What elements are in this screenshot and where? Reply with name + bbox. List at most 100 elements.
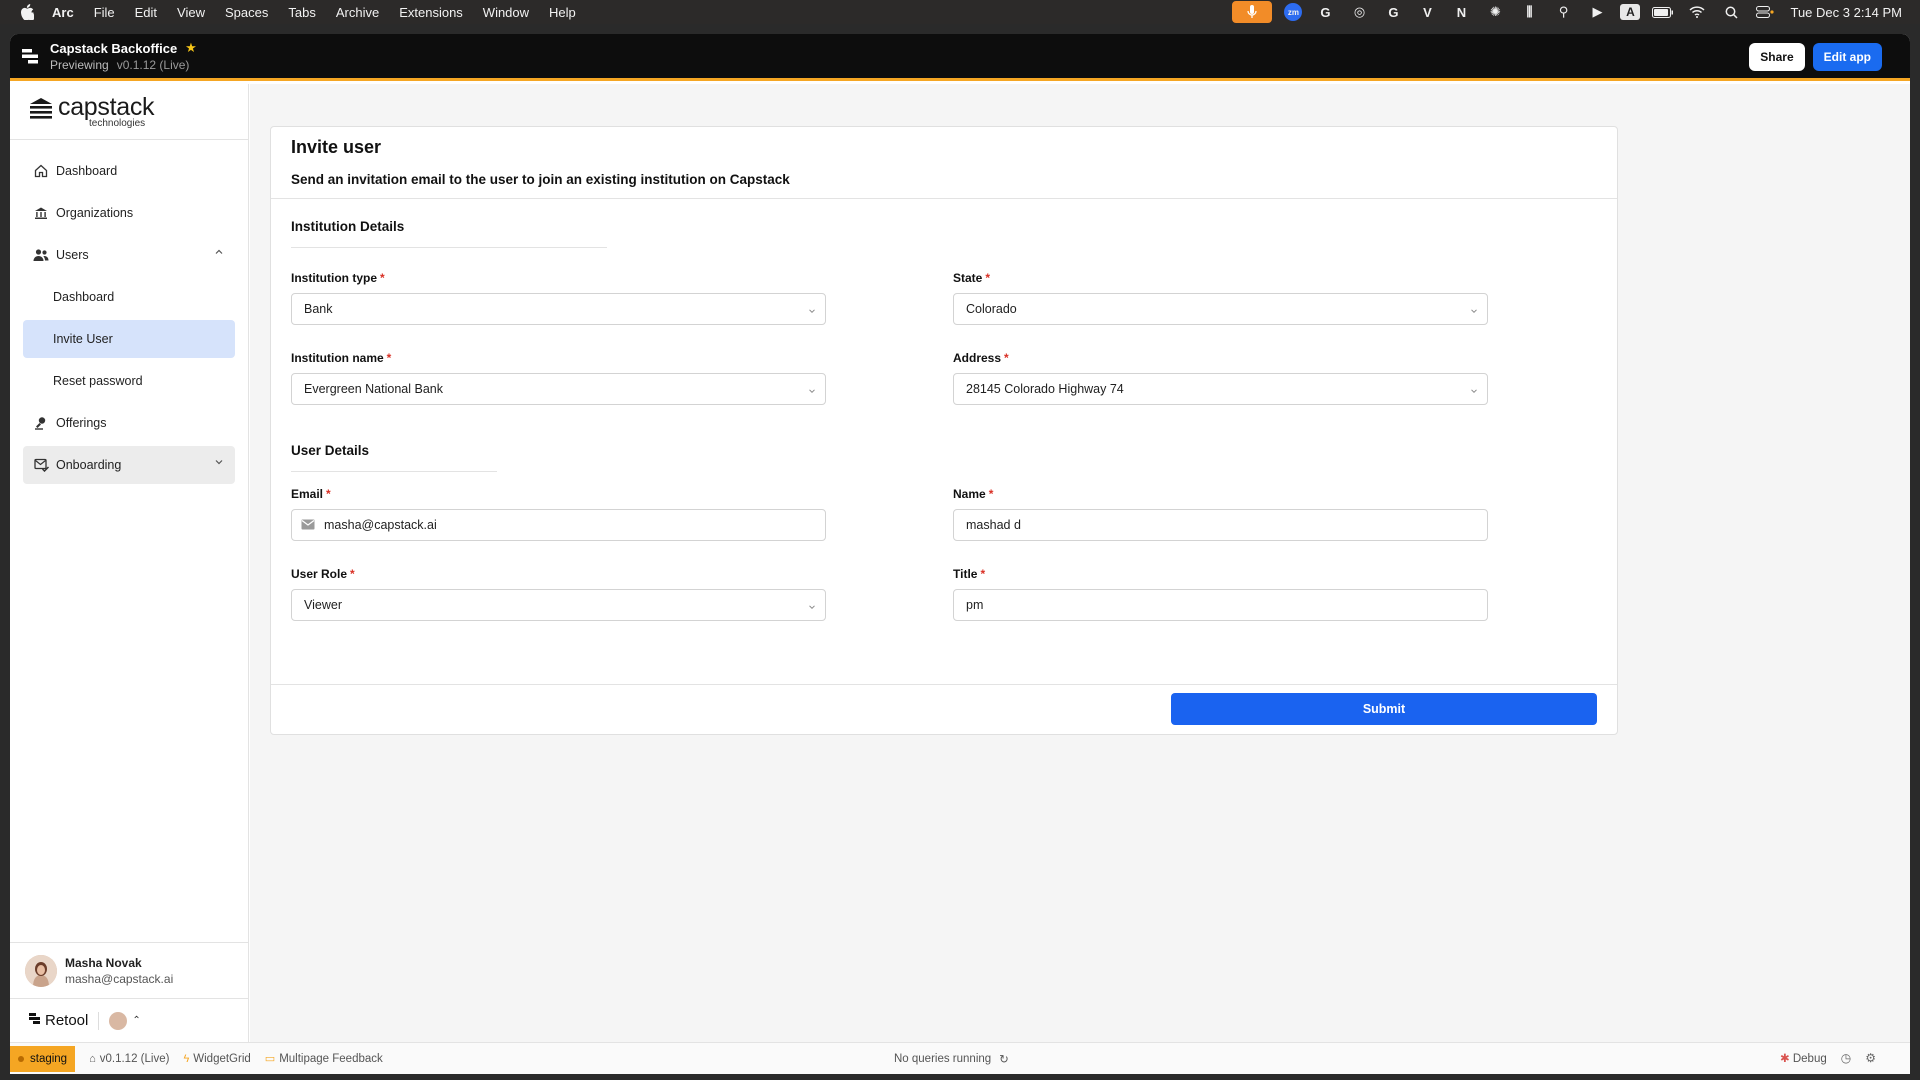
capstack-logo-icon (28, 96, 54, 127)
menu-spaces[interactable]: Spaces (225, 5, 268, 20)
chevron-down-icon (1470, 304, 1478, 314)
bars-icon[interactable]: ⫼ (1518, 3, 1540, 21)
sidebar-item-label: Reset password (53, 374, 143, 388)
version-label: v0.1.12 (Live) (99, 1052, 170, 1065)
user-role-select[interactable]: Viewer (291, 589, 826, 621)
address-select[interactable]: 28145 Colorado Highway 74 (953, 373, 1488, 405)
g-icon[interactable]: G (1382, 3, 1404, 21)
version-tag[interactable]: ⌂ v0.1.12 (Live) (89, 1053, 169, 1065)
star-icon[interactable]: ★ (185, 40, 197, 56)
user-section-title: User Details (291, 443, 370, 458)
mini-avatar[interactable] (109, 1011, 128, 1030)
menu-extensions[interactable]: Extensions (399, 5, 463, 20)
environment-badge[interactable]: staging (10, 1045, 76, 1072)
menu-view[interactable]: View (177, 5, 205, 20)
sidebar-item-users-dashboard[interactable]: Dashboard (23, 278, 235, 316)
copilot-icon[interactable]: ◎ (1348, 3, 1370, 21)
menu-window[interactable]: Window (483, 5, 529, 20)
email-input[interactable]: masha@capstack.ai (291, 509, 826, 541)
control-center-icon[interactable] (1754, 3, 1776, 21)
chatgpt-icon[interactable]: ✺ (1484, 3, 1506, 21)
brand-logo[interactable]: capstack technologies (10, 84, 248, 140)
input-source-icon[interactable]: A (1620, 4, 1641, 20)
retool-logo[interactable]: Retool (28, 1012, 88, 1029)
bank-icon (33, 205, 49, 221)
menu-file[interactable]: File (94, 5, 115, 20)
sidebar-item-users[interactable]: Users (23, 236, 235, 274)
search-icon[interactable] (1720, 3, 1742, 21)
zoom-icon[interactable]: zm (1284, 3, 1303, 21)
institution-section-title: Institution Details (291, 219, 405, 234)
email-field: Email * masha@capstack.ai (291, 487, 826, 541)
sidebar: capstack technologies Dashboard Organiza… (10, 84, 249, 1042)
submit-button[interactable]: Submit (1171, 693, 1597, 725)
sidebar-item-label: Invite User (53, 332, 113, 346)
debug-label: Debug (1792, 1053, 1827, 1065)
debug-button[interactable]: ✱ Debug (1780, 1051, 1827, 1065)
notion-icon[interactable]: N (1450, 3, 1472, 21)
form-header: Invite user Send an invitation email to … (271, 127, 1617, 199)
divider (98, 1011, 100, 1030)
title-input[interactable]: pm (953, 589, 1488, 621)
refresh-icon[interactable]: ↻ (999, 1052, 1009, 1066)
retool-label: Retool (45, 1012, 89, 1029)
sidebar-item-label: Offerings (56, 416, 107, 430)
menu-archive[interactable]: Archive (336, 5, 379, 20)
current-user[interactable]: Masha Novak masha@capstack.ai (10, 942, 249, 998)
status-dot (18, 1055, 24, 1062)
avatar (25, 954, 57, 987)
menu-app[interactable]: Arc (52, 5, 74, 20)
v-icon[interactable]: V (1416, 3, 1438, 21)
share-button[interactable]: Share (1749, 43, 1805, 71)
required-mark: * (980, 567, 986, 581)
input-value: pm (966, 598, 984, 612)
chevron-down-icon (1470, 384, 1478, 394)
apple-icon[interactable] (18, 3, 36, 21)
form-footer: Submit (271, 684, 1617, 734)
menu-edit[interactable]: Edit (135, 5, 157, 20)
institution-type-select[interactable]: Bank (291, 293, 826, 325)
history-icon[interactable]: ◷ (1841, 1051, 1851, 1065)
grammarly-icon[interactable]: G (1314, 3, 1336, 21)
sidebar-item-label: Users (56, 248, 89, 262)
chevron-down-icon[interactable] (215, 458, 223, 469)
select-value: Colorado (966, 302, 1017, 316)
chevron-up-icon[interactable] (215, 248, 223, 259)
state-select[interactable]: Colorado (953, 293, 1488, 325)
sidebar-item-offerings[interactable]: Offerings (23, 404, 235, 442)
menu-help[interactable]: Help (549, 5, 576, 20)
chevron-down-icon (808, 600, 816, 610)
field-label: User Role (291, 567, 348, 581)
chevron-up-icon[interactable]: ⌃ (132, 1015, 140, 1026)
field-label: State (953, 271, 983, 285)
menubar-clock[interactable]: Tue Dec 3 2:14 PM (1790, 5, 1902, 20)
sidebar-item-organizations[interactable]: Organizations (23, 194, 235, 232)
env-label: staging (30, 1052, 68, 1065)
divider (291, 247, 607, 248)
state-field: State * Colorado (953, 271, 1488, 325)
widget-grid-item[interactable]: ϟ WidgetGrid (183, 1053, 250, 1065)
play-icon[interactable]: ▶ (1586, 3, 1608, 21)
widget-label: WidgetGrid (193, 1052, 251, 1065)
wifi-icon[interactable] (1686, 3, 1708, 21)
mail-icon (301, 519, 315, 531)
settings-icon[interactable]: ⚙ (1865, 1051, 1876, 1065)
edit-app-button[interactable]: Edit app (1812, 43, 1882, 71)
input-value: mashad d (966, 518, 1021, 532)
feedback-item[interactable]: ▭ Multipage Feedback (265, 1052, 383, 1066)
sidebar-item-reset-password[interactable]: Reset password (23, 362, 235, 400)
sidebar-item-invite-user[interactable]: Invite User (23, 320, 235, 358)
name-input[interactable]: mashad d (953, 509, 1488, 541)
microphone-icon[interactable] (1232, 1, 1273, 23)
sidebar-item-onboarding[interactable]: Onboarding (23, 446, 235, 484)
field-label: Title (953, 567, 978, 581)
required-mark: * (350, 567, 355, 581)
institution-name-select[interactable]: Evergreen National Bank (291, 373, 826, 405)
menu-tabs[interactable]: Tabs (288, 5, 315, 20)
field-label: Address (953, 351, 1002, 365)
divider (291, 471, 497, 472)
sidebar-item-dashboard[interactable]: Dashboard (23, 152, 235, 190)
user-name: Masha Novak (65, 955, 142, 970)
antenna-icon[interactable]: ⚲ (1552, 3, 1574, 21)
battery-icon[interactable] (1652, 3, 1674, 21)
